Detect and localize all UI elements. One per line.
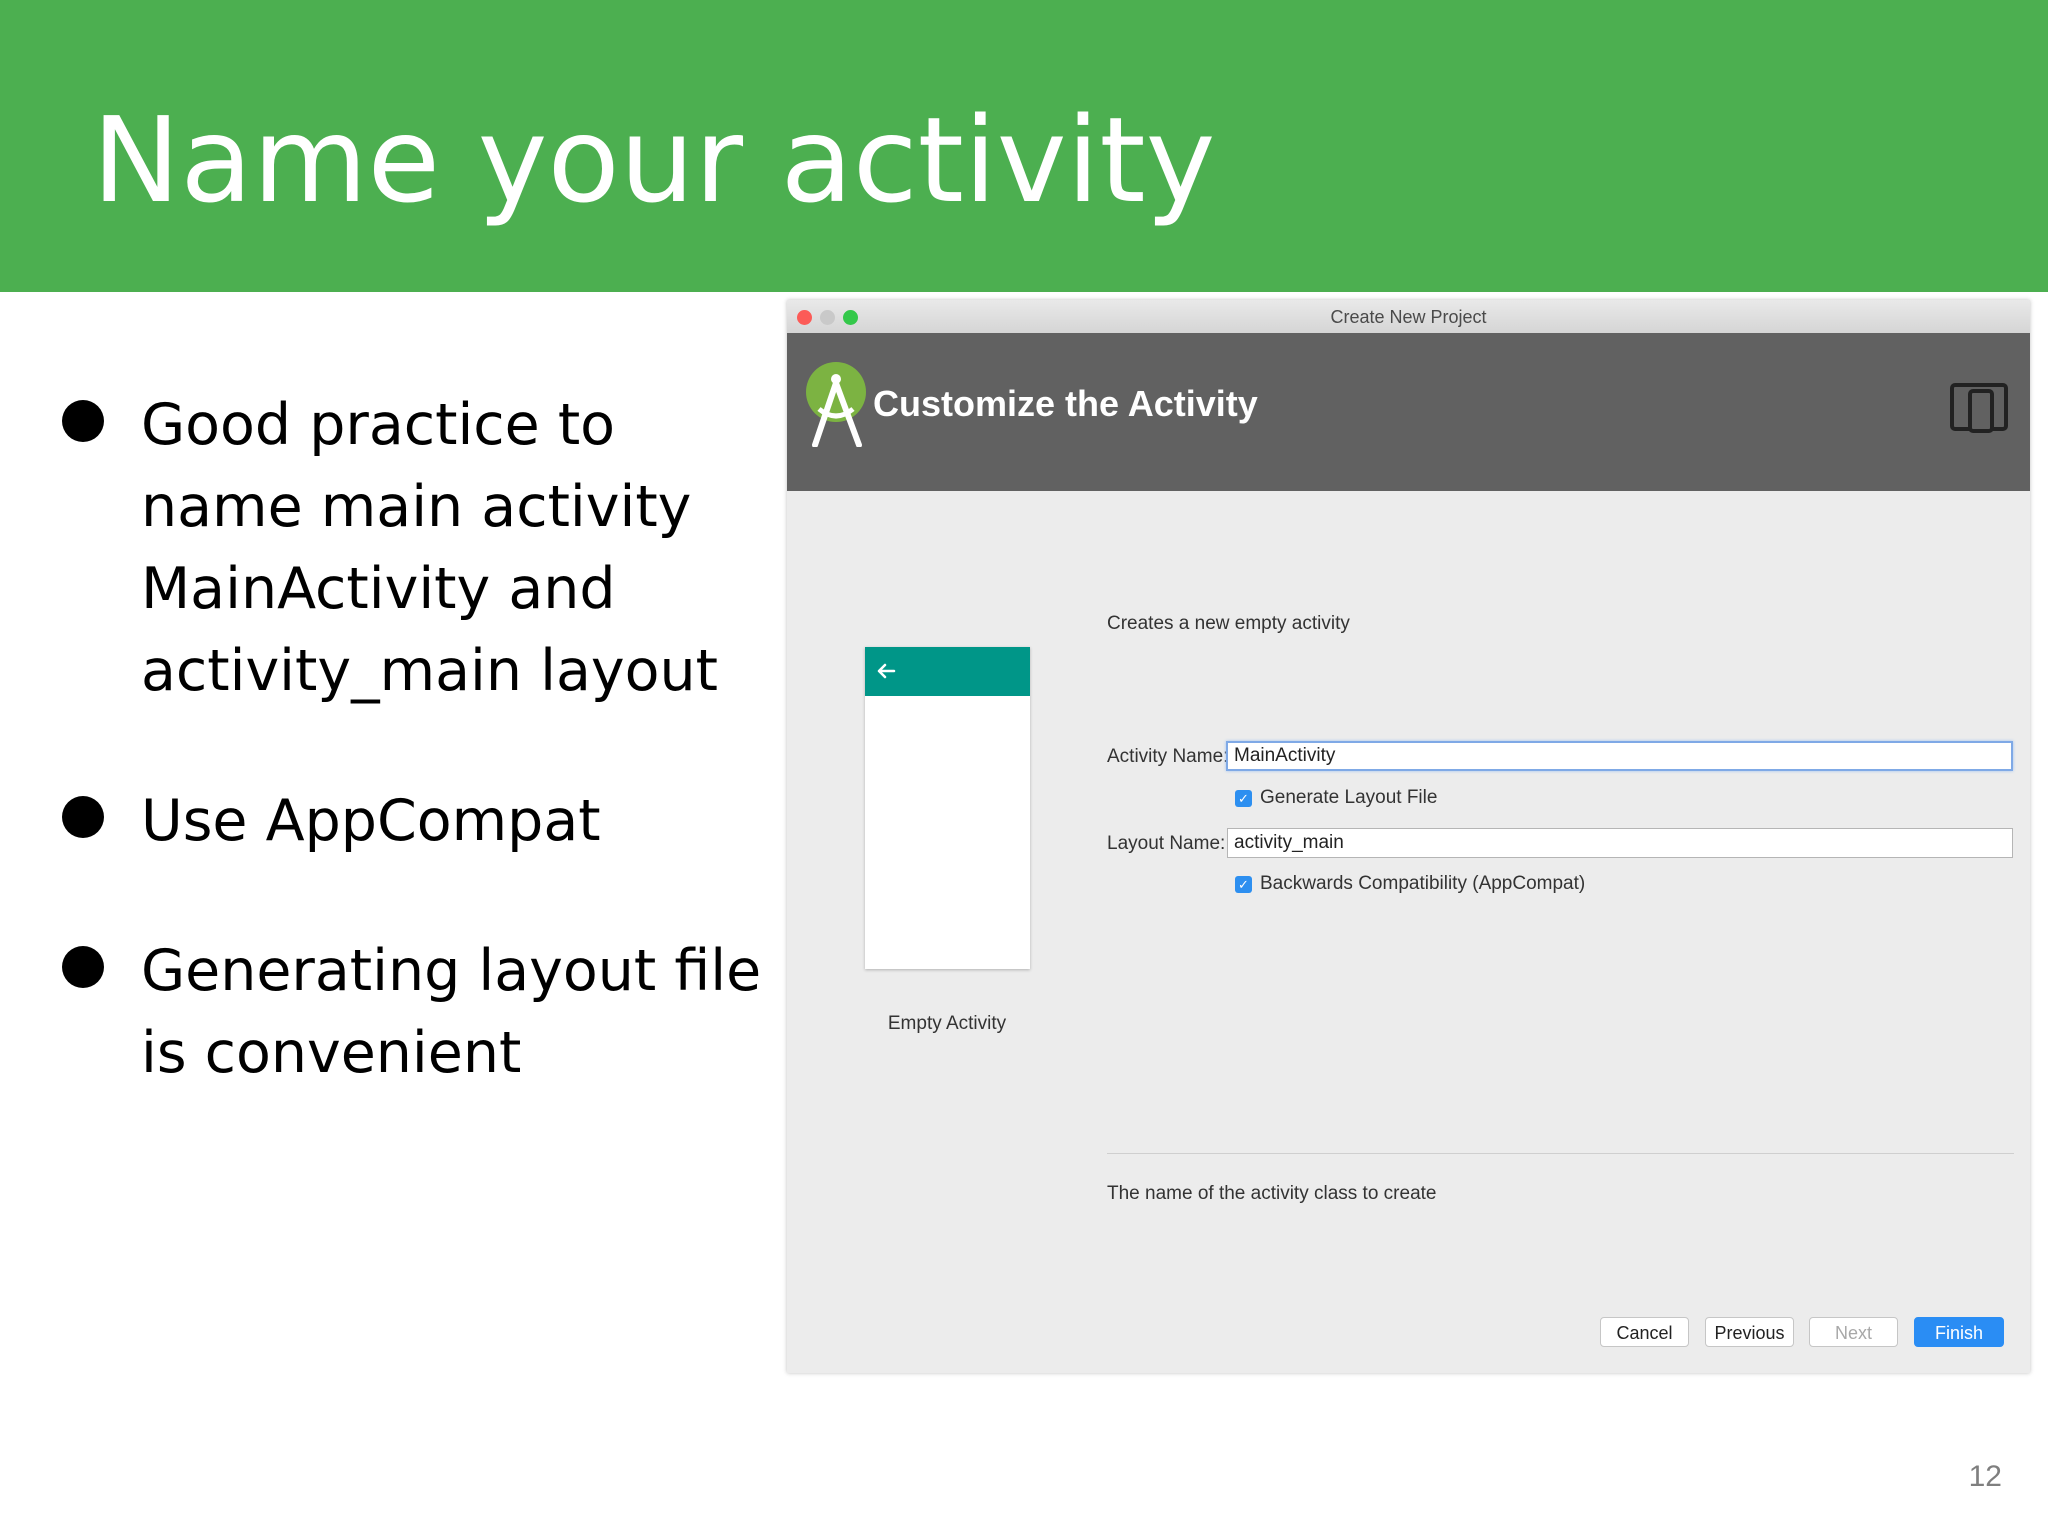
next-button[interactable]: Next [1809, 1317, 1898, 1347]
device-layout-icon [1950, 383, 2008, 433]
bullet-text: Generating layout file is convenient [141, 930, 762, 1094]
bullet-item: Generating layout file is convenient [58, 930, 762, 1094]
bullet-line: Good practice to [141, 392, 616, 458]
cancel-button[interactable]: Cancel [1600, 1317, 1689, 1347]
page-number: 12 [1968, 1460, 2002, 1493]
bullet-dot-icon [62, 400, 104, 442]
slide-header: Name your activity [0, 0, 2048, 292]
appcompat-checkbox-row[interactable]: ✓ Backwards Compatibility (AppCompat) [1235, 873, 1585, 895]
generate-layout-checkbox-row[interactable]: ✓ Generate Layout File [1235, 787, 1437, 809]
template-preview [865, 647, 1030, 969]
layout-name-input[interactable] [1227, 828, 2013, 858]
bullet-line: Generating layout file [141, 938, 762, 1004]
previous-button[interactable]: Previous [1705, 1317, 1794, 1347]
finish-button[interactable]: Finish [1914, 1317, 2004, 1347]
bullet-item: Good practice to name main activity Main… [58, 384, 758, 712]
generate-layout-checkbox[interactable]: ✓ [1235, 789, 1252, 807]
bullet-item: Use AppCompat [58, 780, 758, 862]
bullet-line: activity_main layout [141, 638, 718, 704]
bullet-line: name main activity [141, 474, 692, 540]
field-hint: The name of the activity class to create [1107, 1183, 1437, 1204]
android-studio-logo-icon [806, 362, 866, 447]
bullet-line: Use AppCompat [141, 788, 601, 854]
template-description: Creates a new empty activity [1107, 613, 1350, 634]
create-project-window: Create New Project Customize the Activit… [787, 300, 2030, 1373]
activity-name-input[interactable] [1226, 741, 2013, 771]
arrow-back-icon [877, 663, 896, 679]
wizard-banner: Customize the Activity [787, 333, 2030, 491]
window-title: Create New Project [1330, 307, 1487, 327]
bullet-line: MainActivity and [141, 556, 616, 622]
bullet-dot-icon [62, 796, 104, 838]
template-label: Empty Activity [887, 1013, 1007, 1034]
slide-title: Name your activity [92, 91, 1216, 229]
bullet-text: Use AppCompat [141, 780, 758, 862]
preview-toolbar [865, 647, 1030, 696]
bullet-dot-icon [62, 946, 104, 988]
generate-layout-label: Generate Layout File [1260, 787, 1438, 808]
bullet-text: Good practice to name main activity Main… [141, 384, 758, 712]
banner-title: Customize the Activity [873, 383, 1258, 424]
window-titlebar: Create New Project [787, 300, 2030, 334]
divider [1107, 1153, 2014, 1154]
activity-name-label: Activity Name: [1107, 746, 1229, 767]
bullet-list: Good practice to name main activity Main… [58, 384, 762, 1162]
bullet-line: is convenient [141, 1020, 522, 1086]
appcompat-checkbox[interactable]: ✓ [1235, 875, 1252, 893]
appcompat-label: Backwards Compatibility (AppCompat) [1260, 873, 1586, 894]
layout-name-label: Layout Name: [1107, 833, 1226, 854]
